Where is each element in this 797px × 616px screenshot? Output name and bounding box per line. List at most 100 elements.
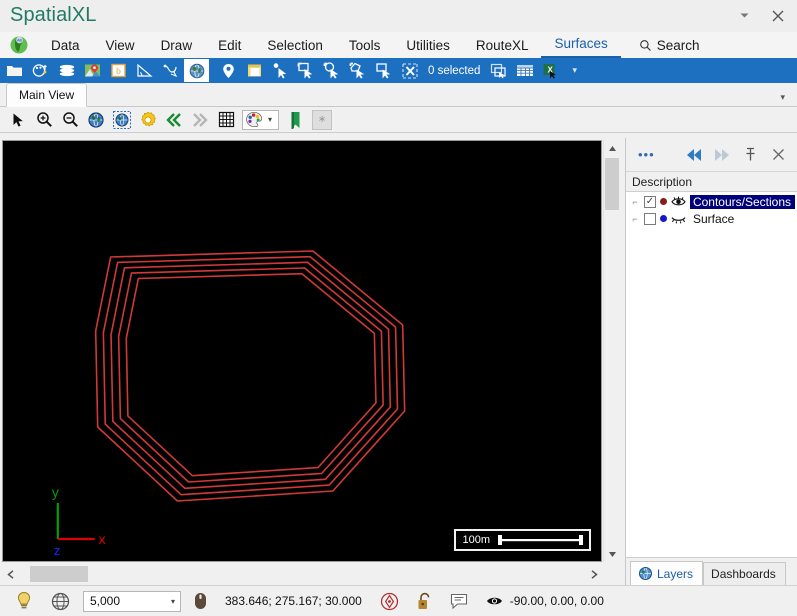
pin-icon[interactable] <box>737 142 763 168</box>
grid-icon[interactable] <box>213 108 239 132</box>
scale-combo-caret-icon[interactable]: ▾ <box>171 597 180 606</box>
globe-icon[interactable] <box>184 59 209 82</box>
title-bar: SpatialXL <box>0 0 797 32</box>
horizontal-scroll-thumb[interactable] <box>30 566 88 582</box>
workspace: y x z 100m ••• Description ⌐ ✓ Contours/… <box>0 138 797 586</box>
unlocked-padlock-icon[interactable] <box>408 586 441 616</box>
scale-combo[interactable]: 5,000 ▾ <box>83 590 181 612</box>
bing-map-icon[interactable]: b <box>106 59 131 82</box>
layers-panel-header: ••• <box>626 138 797 172</box>
menu-item-utilities[interactable]: Utilities <box>393 35 463 58</box>
menu-item-edit[interactable]: Edit <box>205 35 254 58</box>
menu-item-surfaces[interactable]: Surfaces <box>541 33 621 58</box>
fast-forward-icon[interactable] <box>187 108 213 132</box>
dock-tab-label: Layers <box>657 566 694 581</box>
tab-main-view[interactable]: Main View <box>6 83 88 107</box>
window-snapshot-icon[interactable] <box>242 59 267 82</box>
menu-item-selection[interactable]: Selection <box>254 35 336 58</box>
polyline-edit-icon[interactable] <box>158 59 183 82</box>
view-angles-value: -90.00, 0.00, 0.00 <box>509 594 604 608</box>
select-rectangle-icon[interactable] <box>294 59 319 82</box>
comment-icon[interactable] <box>441 586 477 616</box>
select-polygon-icon[interactable] <box>346 59 371 82</box>
extra-toolbar-button[interactable]: ∗ <box>312 109 333 130</box>
collapse-right-icon[interactable] <box>709 142 735 168</box>
contour-drawing: y x z <box>3 141 601 561</box>
africa-globe-icon[interactable]: AB <box>0 32 38 58</box>
map-pin-image-icon[interactable] <box>80 59 105 82</box>
clear-selection-icon[interactable] <box>398 59 423 82</box>
color-palette-icon <box>245 111 265 128</box>
3d-viewport[interactable]: y x z 100m <box>2 140 602 562</box>
layer-visibility-checkbox[interactable] <box>644 212 656 225</box>
menu-item-draw[interactable]: Draw <box>148 35 206 58</box>
scroll-right-icon[interactable] <box>586 565 602 583</box>
description-column-header: Description <box>626 172 797 192</box>
tree-connector-icon: ⌐ <box>632 196 638 207</box>
dock-tab-label: Dashboards <box>711 567 776 581</box>
layers-stack-icon[interactable] <box>54 59 79 82</box>
menu-item-data[interactable]: Data <box>38 35 93 58</box>
scroll-down-icon[interactable] <box>604 546 620 562</box>
palette-settings-icon[interactable] <box>28 59 53 82</box>
toolbar-overflow-icon[interactable]: ▾ <box>564 65 585 76</box>
rewind-icon[interactable] <box>161 108 187 132</box>
color-combo-caret-icon[interactable]: ▾ <box>265 115 276 124</box>
globe-zoom-extents-icon[interactable] <box>83 108 109 132</box>
menu-item-view[interactable]: View <box>93 35 148 58</box>
color-picker-combo[interactable]: ▾ <box>242 109 280 130</box>
coordinates-value: 383.646; 275.167; 30.000 <box>225 594 362 608</box>
layer-row-contours-sections[interactable]: ⌐ ✓ Contours/Sections <box>626 193 797 210</box>
layer-color-swatch[interactable] <box>660 215 667 222</box>
zoom-out-icon[interactable] <box>57 108 83 132</box>
layer-visibility-checkbox[interactable]: ✓ <box>643 195 656 208</box>
zoom-in-icon[interactable] <box>31 108 57 132</box>
dock-tab-layers[interactable]: Layers <box>630 561 704 586</box>
tabstrip-overflow-icon[interactable]: ▾ <box>780 92 785 103</box>
select-circle-icon[interactable] <box>320 59 345 82</box>
close-button[interactable] <box>759 1 797 31</box>
svg-text:AB: AB <box>17 38 22 42</box>
viewport-vertical-scrollbar[interactable] <box>603 140 619 562</box>
menu-item-routexl[interactable]: RouteXL <box>463 35 542 58</box>
wireframe-globe-icon[interactable] <box>42 586 79 616</box>
select-point-icon[interactable] <box>268 59 293 82</box>
layers-panel: ••• Description ⌐ ✓ Contours/Sections ⌐ … <box>625 138 797 586</box>
globe-zoom-selected-icon[interactable] <box>109 108 135 132</box>
collapse-left-icon[interactable] <box>681 142 707 168</box>
menu-item-tools[interactable]: Tools <box>336 35 394 58</box>
location-pin-icon[interactable] <box>216 59 241 82</box>
select-box-icon[interactable] <box>372 59 397 82</box>
minimize-button[interactable] <box>729 1 759 31</box>
layer-color-swatch[interactable] <box>659 198 667 205</box>
search-entry[interactable]: Search <box>621 35 710 58</box>
excel-export-icon[interactable]: X <box>538 59 563 82</box>
copy-window-icon[interactable] <box>486 59 511 82</box>
scroll-up-icon[interactable] <box>604 140 620 156</box>
eye-closed-icon[interactable] <box>671 213 686 224</box>
layer-name-label: Contours/Sections <box>689 194 796 209</box>
viewport-horizontal-scrollbar[interactable] <box>2 565 602 583</box>
selection-count-label: 0 selected <box>428 64 481 77</box>
angle-measure-icon[interactable] <box>132 59 157 82</box>
menu-bar: AB Data View Draw Edit Selection Tools U… <box>0 32 797 58</box>
table-icon[interactable] <box>512 59 537 82</box>
more-options-icon[interactable]: ••• <box>626 147 655 162</box>
window-controls <box>729 1 797 31</box>
open-folder-icon[interactable] <box>2 59 27 82</box>
scroll-left-icon[interactable] <box>2 565 18 583</box>
green-bookmark-icon[interactable] <box>282 108 308 132</box>
close-icon[interactable] <box>765 142 791 168</box>
lightbulb-icon[interactable] <box>6 586 42 616</box>
axis-label-x: x <box>99 531 106 547</box>
eye-open-icon[interactable] <box>671 196 686 207</box>
vertical-scroll-thumb[interactable] <box>605 158 619 210</box>
layer-row-surface[interactable]: ⌐ Surface <box>626 210 797 227</box>
arrow-select-icon[interactable] <box>5 108 31 132</box>
dock-tab-dashboards[interactable]: Dashboards <box>703 562 786 586</box>
gear-settings-icon[interactable] <box>135 108 161 132</box>
axis-label-y: y <box>52 484 59 500</box>
view-toolbar: ▾ ∗ <box>0 107 797 133</box>
snap-target-icon[interactable] <box>371 586 408 616</box>
layer-list: ⌐ ✓ Contours/Sections ⌐ Surface <box>626 192 797 557</box>
